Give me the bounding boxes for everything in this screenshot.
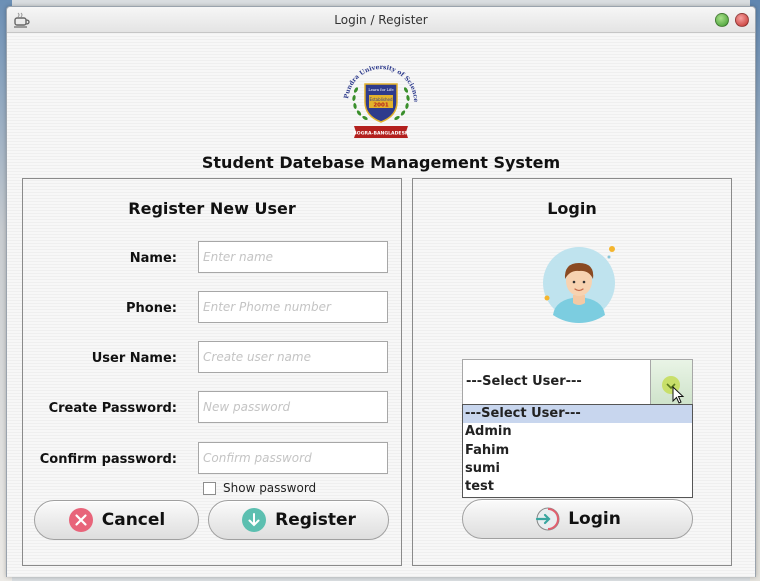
select-user-value: ---Select User--- bbox=[466, 374, 582, 389]
show-password-row[interactable]: Show password bbox=[203, 480, 316, 496]
minimize-button[interactable] bbox=[715, 13, 729, 27]
create-password-label: Create Password: bbox=[48, 401, 177, 416]
create-password-input[interactable] bbox=[198, 391, 388, 423]
register-label: Register bbox=[275, 510, 356, 530]
username-input[interactable] bbox=[198, 341, 388, 373]
login-title: Login bbox=[547, 199, 597, 218]
combobox-arrow-button[interactable] bbox=[650, 360, 692, 404]
dropdown-option[interactable]: Fahim bbox=[463, 442, 692, 460]
login-panel: Login ---Select User--- ---Select User--… bbox=[412, 178, 732, 566]
register-button[interactable]: Register bbox=[208, 500, 389, 540]
close-circle-icon bbox=[68, 508, 93, 532]
username-label: User Name: bbox=[91, 351, 177, 366]
register-panel: Register New User Name: Phone: User Name… bbox=[22, 178, 402, 566]
confirm-password-label: Confirm password: bbox=[39, 452, 177, 467]
window-title: Login / Register bbox=[334, 13, 428, 27]
show-password-label[interactable]: Show password bbox=[223, 481, 316, 495]
login-button[interactable]: Login bbox=[462, 499, 693, 539]
university-logo: Pundra University of Science & Technolog… bbox=[334, 56, 419, 138]
chevron-down-icon bbox=[662, 376, 685, 404]
dropdown-option[interactable]: test bbox=[463, 478, 692, 496]
cancel-button[interactable]: Cancel bbox=[34, 500, 199, 540]
svg-text:Established: Established bbox=[369, 97, 392, 102]
main-content: Pundra University of Science & Technolog… bbox=[7, 34, 755, 577]
title-bar[interactable]: Login / Register bbox=[7, 7, 755, 33]
confirm-password-input[interactable] bbox=[198, 442, 388, 474]
select-user-combobox[interactable]: ---Select User--- bbox=[462, 359, 693, 405]
svg-text:Learn for Life: Learn for Life bbox=[368, 88, 393, 92]
phone-label: Phone: bbox=[126, 301, 177, 316]
login-arrow-icon bbox=[536, 507, 560, 531]
down-arrow-circle-icon bbox=[242, 508, 267, 532]
login-label: Login bbox=[568, 509, 621, 529]
svg-text:BOGRA-BANGLADESH: BOGRA-BANGLADESH bbox=[353, 131, 409, 137]
dropdown-option[interactable]: Admin bbox=[463, 423, 692, 441]
user-avatar-icon bbox=[543, 246, 615, 323]
app-heading: Student Datebase Management System bbox=[201, 153, 561, 172]
login-register-window: Login / Register Pundra University of Sc… bbox=[6, 6, 756, 577]
dropdown-option[interactable]: sumi bbox=[463, 460, 692, 478]
select-user-dropdown-list[interactable]: ---Select User--- Admin Fahim sumi test bbox=[462, 404, 693, 498]
show-password-checkbox[interactable] bbox=[203, 481, 216, 495]
name-label: Name: bbox=[129, 251, 177, 266]
cancel-label: Cancel bbox=[101, 510, 166, 530]
close-window-button[interactable] bbox=[735, 13, 749, 27]
dropdown-option[interactable]: ---Select User--- bbox=[463, 405, 692, 424]
name-input[interactable] bbox=[198, 241, 388, 273]
phone-input[interactable] bbox=[198, 291, 388, 323]
svg-text:2001: 2001 bbox=[373, 103, 388, 109]
register-title: Register New User bbox=[128, 199, 296, 218]
